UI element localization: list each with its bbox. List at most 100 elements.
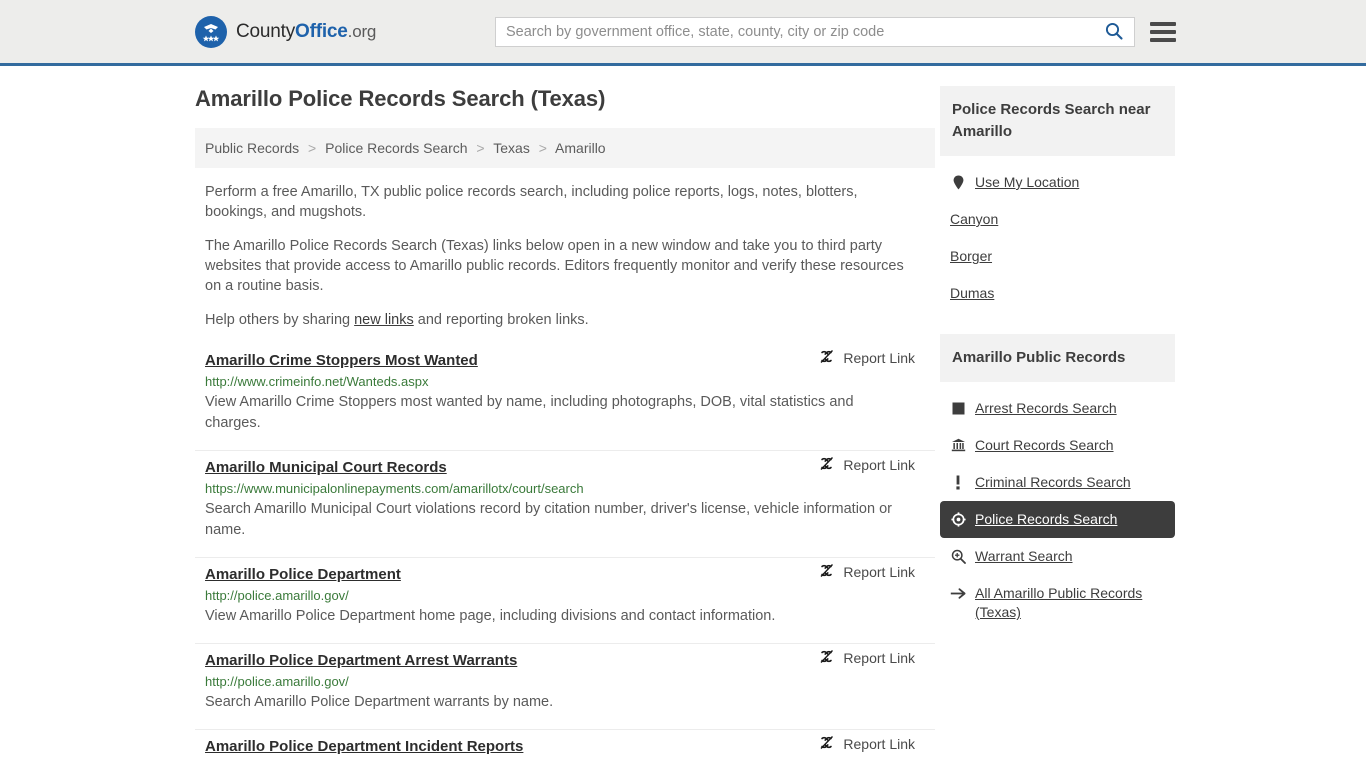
intro-paragraph-1: Perform a free Amarillo, TX public polic… [205,184,858,220]
sidebar-item-all-public-records[interactable]: All Amarillo Public Records (Texas) [940,575,1175,631]
sidebar-item-label: Canyon [950,211,999,227]
sidebar: Police Records Search near Amarillo Use … [940,86,1175,653]
breadcrumb-separator: > [538,140,547,156]
report-link-button[interactable]: Report Link [818,734,935,754]
result-header: Amarillo Municipal Court Records Report … [205,455,935,476]
result-description: Search Amarillo Municipal Court violatio… [205,501,892,538]
sidebar-item-label: Use My Location [975,174,1080,190]
intro-paragraph-3: Help others by sharing new links and rep… [205,310,905,330]
sidebar-item-canyon[interactable]: Canyon [940,201,1175,238]
logo-text-county: County [236,20,296,42]
records-panel-heading: Amarillo Public Records [940,334,1175,382]
result-url[interactable]: http://police.amarillo.gov/ [205,588,935,603]
logo-text-org: .org [347,21,377,41]
result-url[interactable]: https://www.municipalonlinepayments.com/… [205,481,935,496]
records-panel-list: Arrest Records Search Court Records Sear… [940,382,1175,631]
result-header: Amarillo Crime Stoppers Most Wanted Repo… [205,348,935,369]
nearby-panel-list: Use My Location Canyon Borger Dumas [940,156,1175,312]
sidebar-item-label: Warrant Search [975,548,1073,564]
sidebar-item-use-my-location[interactable]: Use My Location [940,164,1175,201]
sidebar-item-label: Dumas [950,285,995,301]
sidebar-item-police-records-search[interactable]: Police Records Search [940,501,1175,538]
broken-link-icon [818,455,835,475]
result-description: View Amarillo Crime Stoppers most wanted… [205,394,854,431]
result-header: Amarillo Police Department Report Link [205,562,935,583]
result-url[interactable]: http://police.amarillo.gov/ [205,674,935,689]
site-header: CountyOffice.org [0,0,1366,66]
report-link-label: Report Link [843,736,915,752]
courthouse-bank-icon [950,436,966,454]
intro-text-after: and reporting broken links. [413,312,589,328]
result-item: Amarillo Police Department Report Link h… [195,558,935,644]
report-link-button[interactable]: Report Link [818,562,935,582]
report-link-label: Report Link [843,650,915,666]
logo-text-office: Office [295,20,348,42]
result-description: View Amarillo Police Department home pag… [205,608,776,624]
report-link-button[interactable]: Report Link [818,348,935,368]
eagle-shield-logo-icon [195,15,227,48]
result-title-link[interactable]: Amarillo Police Department Incident Repo… [205,738,523,755]
sidebar-item-label: Borger [950,248,993,264]
sidebar-item-label: All Amarillo Public Records (Texas) [975,585,1143,620]
report-link-button[interactable]: Report Link [818,455,935,475]
report-link-label: Report Link [843,457,915,473]
result-header: Amarillo Police Department Incident Repo… [205,734,935,755]
sidebar-item-label: Criminal Records Search [975,474,1131,490]
result-title-link[interactable]: Amarillo Crime Stoppers Most Wanted [205,352,478,369]
breadcrumb-item-amarillo[interactable]: Amarillo [555,140,606,156]
map-pin-icon [950,173,966,191]
hamburger-menu-icon[interactable] [1150,19,1176,45]
breadcrumb: Public Records > Police Records Search >… [195,128,935,168]
result-url[interactable]: http://www.crimeinfo.net/Wanteds.aspx [205,374,935,389]
breadcrumb-item-public-records[interactable]: Public Records [205,140,299,156]
arrow-right-icon [950,584,966,602]
sidebar-item-label: Court Records Search [975,437,1114,453]
result-item: Amarillo Police Department Arrest Warran… [195,644,935,730]
breadcrumb-item-police-records-search[interactable]: Police Records Search [325,140,467,156]
result-header: Amarillo Police Department Arrest Warran… [205,648,935,669]
broken-link-icon [818,648,835,668]
intro-paragraph-2: The Amarillo Police Records Search (Texa… [205,238,904,294]
sidebar-item-dumas[interactable]: Dumas [940,275,1175,312]
sidebar-item-warrant-search[interactable]: Warrant Search [940,538,1175,575]
police-badge-target-icon [950,510,966,528]
breadcrumb-item-texas[interactable]: Texas [493,140,530,156]
intro-text-before: Help others by sharing [205,312,355,328]
search-input[interactable] [496,24,1094,40]
report-link-button[interactable]: Report Link [818,648,935,668]
report-link-label: Report Link [843,564,915,580]
nearby-searches-panel: Police Records Search near Amarillo Use … [940,86,1175,312]
report-link-label: Report Link [843,350,915,366]
public-records-panel: Amarillo Public Records Arrest Records S… [940,334,1175,631]
breadcrumb-separator: > [308,140,317,156]
site-logo[interactable]: CountyOffice.org [195,15,376,48]
new-links-link[interactable]: new links [354,312,414,328]
main-content: Amarillo Police Records Search (Texas) P… [195,86,935,768]
result-title-link[interactable]: Amarillo Police Department Arrest Warran… [205,652,517,669]
search-button[interactable] [1094,18,1134,46]
exclamation-mark-icon [950,473,966,491]
sidebar-item-court-records-search[interactable]: Court Records Search [940,427,1175,464]
result-title-link[interactable]: Amarillo Municipal Court Records [205,459,447,476]
result-item: Amarillo Municipal Court Records Report … [195,451,935,558]
sidebar-item-criminal-records-search[interactable]: Criminal Records Search [940,464,1175,501]
result-title-link[interactable]: Amarillo Police Department [205,566,401,583]
nearby-panel-heading: Police Records Search near Amarillo [940,86,1175,156]
results-list: Amarillo Crime Stoppers Most Wanted Repo… [195,348,935,768]
magnifier-plus-icon [950,547,966,565]
broken-link-icon [818,348,835,368]
broken-link-icon [818,562,835,582]
sidebar-item-arrest-records-search[interactable]: Arrest Records Search [940,390,1175,427]
sidebar-item-borger[interactable]: Borger [940,238,1175,275]
page-body: Amarillo Police Records Search (Texas) P… [0,66,1366,768]
intro-section: Perform a free Amarillo, TX public polic… [195,182,935,330]
result-description: Search Amarillo Police Department warran… [205,694,554,710]
site-logo-text: CountyOffice.org [236,21,376,43]
result-item: Amarillo Crime Stoppers Most Wanted Repo… [195,348,935,451]
search-bar[interactable] [495,17,1135,47]
fingerprint-card-icon [950,399,966,417]
page-title: Amarillo Police Records Search (Texas) [195,86,606,111]
sidebar-item-label: Police Records Search [975,511,1118,527]
sidebar-item-label: Arrest Records Search [975,400,1117,416]
search-icon [1105,22,1123,43]
